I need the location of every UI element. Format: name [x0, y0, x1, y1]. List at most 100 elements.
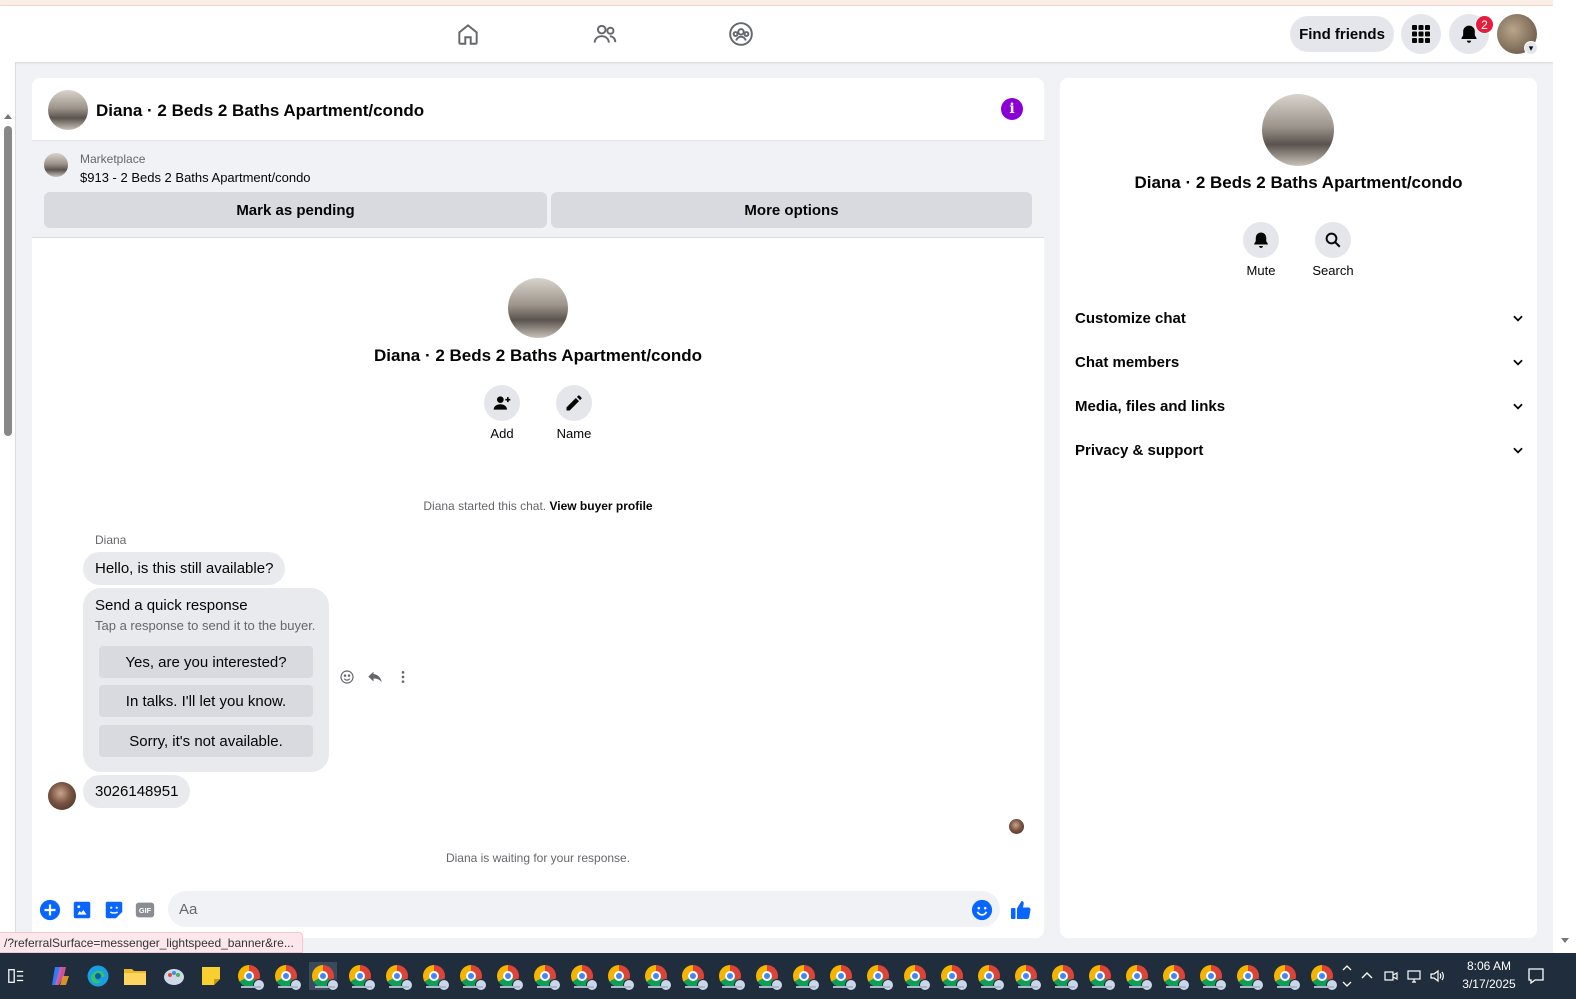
chrome-window-icon[interactable] [1086, 962, 1116, 991]
chevron-down-icon [1513, 403, 1523, 410]
copilot-icon[interactable] [46, 962, 74, 990]
gif-icon[interactable]: GIF [133, 898, 157, 922]
chrome-window-icon[interactable] [827, 962, 857, 991]
mute-button[interactable] [1243, 222, 1279, 258]
left-scrollbar[interactable] [0, 62, 16, 952]
listing-thumbnail[interactable] [48, 90, 88, 130]
more-vertical-icon[interactable] [394, 668, 412, 686]
mark-pending-button[interactable]: Mark as pending [44, 192, 547, 228]
chrome-window-icon[interactable] [1271, 962, 1301, 991]
file-explorer-icon[interactable] [121, 962, 149, 990]
chrome-window-icon[interactable] [975, 962, 1005, 991]
quick-response-option[interactable]: Sorry, it's not available. [99, 725, 313, 757]
message-input[interactable]: Aa [168, 891, 1000, 927]
edge-icon[interactable] [84, 962, 112, 990]
chevron-up-icon[interactable] [1356, 962, 1378, 990]
notification-badge: 2 [1475, 15, 1494, 34]
info-avatar [1262, 94, 1334, 166]
chrome-window-icon[interactable] [420, 962, 450, 991]
paint-icon[interactable] [160, 962, 188, 990]
chrome-window-icon[interactable] [1234, 962, 1264, 991]
chrome-window-icon[interactable] [1160, 962, 1190, 991]
chrome-window-icon[interactable] [1012, 962, 1042, 991]
network-icon[interactable] [1403, 962, 1425, 990]
home-tab[interactable] [438, 16, 498, 52]
chat-started-text: Diana started this chat. [423, 499, 547, 513]
section-label: Chat members [1075, 353, 1180, 371]
message-bubble[interactable]: 3026148951 [83, 775, 191, 808]
chrome-window-icon[interactable] [938, 962, 968, 991]
chrome-window-icon[interactable] [1197, 962, 1227, 991]
chrome-window-icon[interactable] [753, 962, 783, 991]
page-scrollbar[interactable] [1553, 0, 1576, 953]
listing-price[interactable]: $913 - 2 Beds 2 Baths Apartment/condo [80, 170, 311, 185]
friends-tab[interactable] [575, 16, 635, 52]
more-options-button[interactable]: More options [551, 192, 1032, 228]
chat-panel: Diana · 2 Beds 2 Baths Apartment/condo i… [32, 78, 1044, 938]
chrome-window-icon[interactable] [1308, 962, 1338, 991]
clock-date: 3/17/2025 [1462, 977, 1516, 991]
meet-now-icon[interactable] [1380, 962, 1402, 990]
chrome-window-icon[interactable] [901, 962, 931, 991]
menu-button[interactable] [1401, 14, 1441, 54]
chat-info-panel: Diana · 2 Beds 2 Baths Apartment/condo M… [1060, 78, 1537, 938]
quick-response-option[interactable]: In talks. I'll let you know. [99, 685, 313, 717]
chrome-window-icon[interactable] [272, 962, 302, 991]
info-icon[interactable]: i [1001, 98, 1023, 120]
chrome-window-icon[interactable] [790, 962, 820, 991]
chrome-window-icon[interactable] [642, 962, 672, 991]
add-label: Add [490, 426, 514, 441]
message-bubble[interactable]: Hello, is this still available? [83, 552, 286, 585]
add-people-button[interactable] [484, 385, 520, 421]
sticky-notes-icon[interactable] [197, 962, 225, 990]
chrome-window-icon[interactable] [383, 962, 413, 991]
scroll-up-arrow[interactable] [4, 114, 12, 119]
search-button[interactable] [1315, 222, 1351, 258]
chrome-window-icon[interactable] [1123, 962, 1153, 991]
plus-icon[interactable] [38, 898, 62, 922]
groups-tab[interactable] [711, 16, 771, 52]
customize-chat-section[interactable]: Customize chat [1075, 300, 1525, 336]
find-friends-button[interactable]: Find friends [1290, 16, 1394, 52]
notification-center-icon[interactable] [1522, 962, 1550, 990]
chrome-window-icon[interactable] [346, 962, 376, 991]
chrome-window-icon[interactable] [716, 962, 746, 991]
read-receipt-avatar [1009, 819, 1024, 834]
emoji-icon[interactable] [970, 898, 994, 922]
react-icon[interactable] [338, 668, 356, 686]
chat-members-section[interactable]: Chat members [1075, 344, 1525, 380]
sticker-icon[interactable] [102, 898, 126, 922]
chrome-window-icon[interactable] [605, 962, 635, 991]
chat-title[interactable]: Diana · 2 Beds 2 Baths Apartment/condo [96, 101, 424, 121]
taskbar: 8:06 AM 3/17/2025 [0, 953, 1576, 999]
chrome-window-icon[interactable] [494, 962, 524, 991]
scroll-thumb[interactable] [4, 126, 12, 436]
photo-icon[interactable] [70, 898, 94, 922]
chrome-window-icon[interactable] [679, 962, 709, 991]
chrome-window-icon[interactable] [235, 962, 265, 991]
quick-response-option[interactable]: Yes, are you interested? [99, 646, 313, 678]
name-chat-button[interactable] [556, 385, 592, 421]
section-label: Media, files and links [1075, 397, 1226, 415]
chrome-window-icon[interactable] [531, 962, 561, 991]
chevron-down-icon[interactable]: ▾ [1524, 41, 1538, 55]
chrome-window-icon[interactable] [309, 962, 339, 991]
add-person-icon [493, 396, 511, 410]
chrome-window-icon[interactable] [864, 962, 894, 991]
chrome-window-icon[interactable] [457, 962, 487, 991]
quick-response-title: Send a quick response [95, 597, 248, 614]
chrome-window-icon[interactable] [1049, 962, 1079, 991]
reply-icon[interactable] [366, 668, 384, 686]
system-clock[interactable]: 8:06 AM 3/17/2025 [1444, 957, 1534, 993]
view-buyer-profile-link[interactable]: View buyer profile [549, 499, 652, 513]
thumbs-up-icon[interactable] [1009, 898, 1033, 922]
sender-avatar[interactable] [48, 782, 76, 810]
message-composer: GIF Aa [32, 886, 1044, 938]
task-view-icon[interactable] [2, 962, 30, 990]
svg-text:GIF: GIF [139, 906, 152, 915]
scroll-down-arrow[interactable] [1561, 938, 1569, 943]
media-files-links-section[interactable]: Media, files and links [1075, 388, 1525, 424]
privacy-support-section[interactable]: Privacy & support [1075, 432, 1525, 468]
taskbar-scroll-icon[interactable] [1340, 962, 1354, 990]
chrome-window-icon[interactable] [568, 962, 598, 991]
